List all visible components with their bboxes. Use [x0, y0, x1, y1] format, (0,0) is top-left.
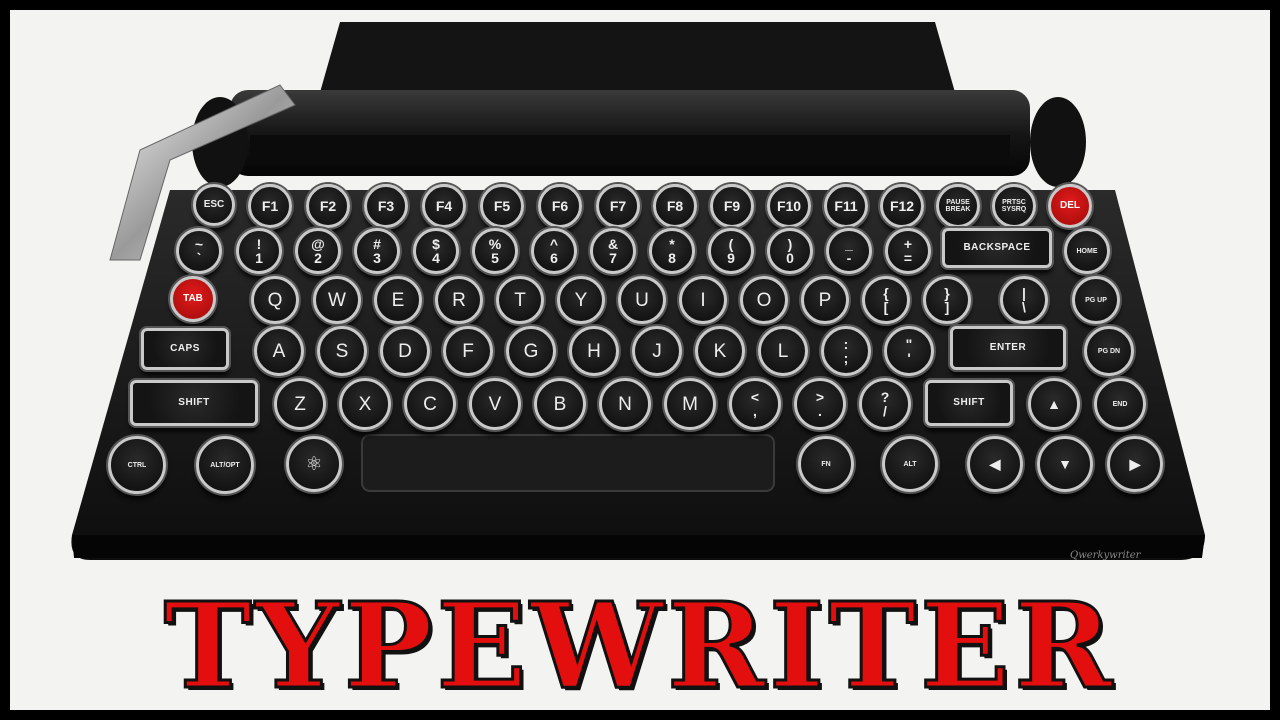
key-arrow-left: ◀ [967, 436, 1023, 492]
key-u: U [618, 276, 666, 324]
key-v: V [469, 378, 521, 430]
key-f11: F11 [824, 184, 868, 228]
key-m: M [664, 378, 716, 430]
key-atom: ⚛ [286, 436, 342, 492]
key-9: ( 9 [708, 228, 754, 274]
key-tab: TAB [170, 276, 216, 322]
key-del: DEL [1048, 184, 1092, 228]
key-p: P [801, 276, 849, 324]
key-prtsc-sysrq: PRTSC SYSRQ [992, 184, 1036, 228]
key-shift-left: SHIFT [130, 380, 258, 426]
key-i: I [679, 276, 727, 324]
page-title: TYPEWRITER [162, 575, 1117, 711]
key-f5: F5 [480, 184, 524, 228]
key-f: F [443, 326, 493, 376]
key-d: D [380, 326, 430, 376]
key-t: T [496, 276, 544, 324]
key-5: % 5 [472, 228, 518, 274]
key-w: W [313, 276, 361, 324]
key-2: @ 2 [295, 228, 341, 274]
key-3: # 3 [354, 228, 400, 274]
key-f9: F9 [710, 184, 754, 228]
key-left-bracket: { [ [862, 276, 910, 324]
key-enter: ENTER [950, 326, 1066, 370]
key-alt: ALT [882, 436, 938, 492]
key-home: HOME [1064, 228, 1110, 274]
key-arrow-right: ▶ [1107, 436, 1163, 492]
key-ctrl: CTRL [108, 436, 166, 494]
key-arrow-up: ▲ [1028, 378, 1080, 430]
key-f1: F1 [248, 184, 292, 228]
key-caps: CAPS [141, 328, 229, 370]
key-7: & 7 [590, 228, 636, 274]
key-semicolon: : ; [821, 326, 871, 376]
key-s: S [317, 326, 367, 376]
key-n: N [599, 378, 651, 430]
key-f2: F2 [306, 184, 350, 228]
key-f12: F12 [880, 184, 924, 228]
key-r: R [435, 276, 483, 324]
key-end: END [1094, 378, 1146, 430]
key-6: ^ 6 [531, 228, 577, 274]
key-fn: FN [798, 436, 854, 492]
key-f8: F8 [653, 184, 697, 228]
key-f10: F10 [767, 184, 811, 228]
key-l: L [758, 326, 808, 376]
key-pg-dn: PG DN [1084, 326, 1134, 376]
brand-signature: Qwerkywriter [1070, 550, 1141, 561]
key-minus: _ - [826, 228, 872, 274]
key-pg-up: PG UP [1072, 276, 1120, 324]
key-pause-break: PAUSE BREAK [936, 184, 980, 228]
key-backspace: BACKSPACE [942, 228, 1052, 268]
key-backslash: | \ [1000, 276, 1048, 324]
key-period: > . [794, 378, 846, 430]
key-g: G [506, 326, 556, 376]
key-tilde: ~ ` [176, 228, 222, 274]
key-0: ) 0 [767, 228, 813, 274]
key-comma: < , [729, 378, 781, 430]
key-y: Y [557, 276, 605, 324]
key-quote: " ' [884, 326, 934, 376]
space-bar [361, 434, 775, 492]
key-c: C [404, 378, 456, 430]
photo-frame: ESC F1 F2 F3 F4 F5 F6 F7 F8 F9 F10 F11 F… [10, 10, 1270, 710]
key-right-bracket: } ] [923, 276, 971, 324]
key-alt-opt: ALT/OPT [196, 436, 254, 494]
key-f7: F7 [596, 184, 640, 228]
key-8: * 8 [649, 228, 695, 274]
key-j: J [632, 326, 682, 376]
key-f3: F3 [364, 184, 408, 228]
key-a: A [254, 326, 304, 376]
key-esc: ESC [193, 184, 235, 226]
key-shift-right: SHIFT [925, 380, 1013, 426]
key-f4: F4 [422, 184, 466, 228]
key-4: $ 4 [413, 228, 459, 274]
key-k: K [695, 326, 745, 376]
key-o: O [740, 276, 788, 324]
key-equals: + = [885, 228, 931, 274]
key-b: B [534, 378, 586, 430]
key-z: Z [274, 378, 326, 430]
key-q: Q [251, 276, 299, 324]
key-h: H [569, 326, 619, 376]
key-arrow-down: ▼ [1037, 436, 1093, 492]
key-1: ! 1 [236, 228, 282, 274]
key-slash: ? / [859, 378, 911, 430]
key-f6: F6 [538, 184, 582, 228]
key-x: X [339, 378, 391, 430]
key-e: E [374, 276, 422, 324]
